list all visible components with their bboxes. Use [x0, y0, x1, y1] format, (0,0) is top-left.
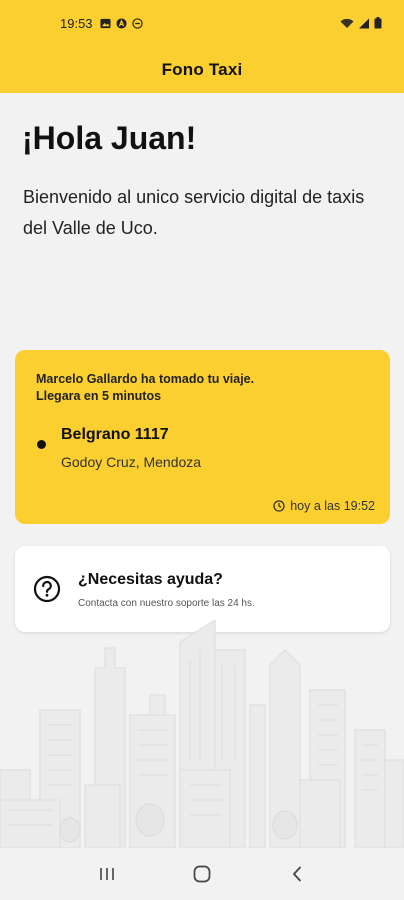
trip-message-line1: Marcelo Gallardo ha tomado tu viaje. [36, 372, 255, 386]
status-left: 19:53 [60, 16, 143, 31]
image-icon [100, 18, 111, 28]
clock-icon [273, 500, 285, 512]
trip-time: hoy a las 19:52 [273, 499, 375, 513]
help-title: ¿Necesitas ayuda? [78, 571, 223, 588]
trip-address: Belgrano 1117 [61, 426, 169, 443]
trip-message-line2: Llegara en 5 minutos [36, 389, 162, 403]
trip-city: Godoy Cruz, Mendoza [61, 454, 202, 470]
city-skyline-illustration [0, 620, 404, 848]
greeting-heading: ¡Hola Juan! [22, 120, 197, 156]
location-dot-icon [37, 440, 46, 449]
back-chevron-icon [292, 866, 301, 882]
battery-icon [374, 17, 382, 29]
back-button[interactable] [277, 854, 317, 894]
signal-icon [359, 18, 369, 28]
app-bar: Fono Taxi [0, 46, 404, 93]
help-subtitle: Contacta con nuestro soporte las 24 hs. [78, 598, 255, 609]
help-question-icon [33, 575, 61, 603]
recent-apps-icon [100, 868, 115, 880]
home-button[interactable] [182, 854, 222, 894]
status-bar: 19:53 [0, 0, 404, 46]
status-time: 19:53 [60, 15, 93, 31]
app-title: Fono Taxi [161, 59, 243, 79]
wifi-icon [340, 18, 354, 28]
trip-status-card[interactable]: Marcelo Gallardo ha tomado tu viaje. Lle… [15, 350, 390, 524]
trip-message: Marcelo Gallardo ha tomado tu viaje. Lle… [36, 371, 336, 405]
recent-apps-button[interactable] [87, 854, 127, 894]
home-icon [193, 865, 211, 883]
status-right [340, 17, 382, 29]
a-circle-icon [116, 17, 127, 29]
welcome-text: Bienvenido al unico servicio digital de … [23, 187, 365, 238]
trip-time-label: hoy a las 19:52 [290, 499, 375, 513]
minus-circle-icon [131, 17, 143, 29]
system-nav-bar [0, 848, 404, 900]
